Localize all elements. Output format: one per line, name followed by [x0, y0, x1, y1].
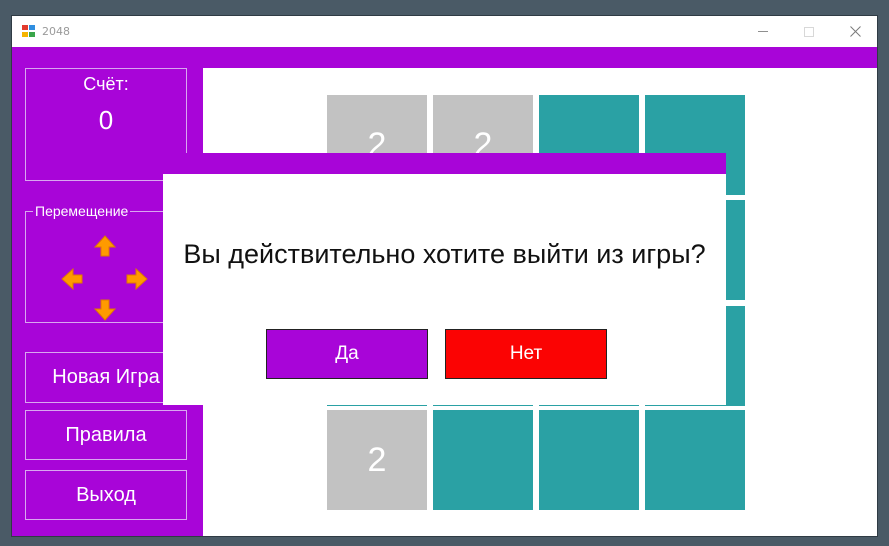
header-bar	[12, 47, 877, 68]
minimize-icon	[758, 31, 768, 32]
movement-legend: Перемещение	[33, 203, 131, 219]
tile-r3-c3	[645, 410, 745, 510]
arrow-up-icon[interactable]	[93, 234, 117, 258]
tile-r3-c2	[539, 410, 639, 510]
exit-confirm-dialog: Вы действительно хотите выйти из игры? Д…	[163, 153, 726, 405]
maximize-button[interactable]	[786, 16, 832, 47]
confirm-no-button[interactable]: Нет	[445, 329, 607, 379]
arrow-left-icon[interactable]	[60, 267, 84, 291]
arrow-down-icon[interactable]	[93, 298, 117, 322]
rules-button[interactable]: Правила	[25, 410, 187, 460]
exit-button[interactable]: Выход	[25, 470, 187, 520]
app-window: 2048 Счёт: 0 Перемещение Новая Игра Прав…	[12, 16, 877, 536]
app-icon	[22, 25, 36, 38]
tile-r3-c0: 2	[327, 410, 427, 510]
minimize-button[interactable]	[740, 16, 786, 47]
title-bar[interactable]: 2048	[12, 16, 877, 47]
score-value: 0	[98, 105, 114, 135]
tile-r3-c1	[433, 410, 533, 510]
arrow-right-icon[interactable]	[125, 267, 149, 291]
close-icon	[849, 26, 861, 37]
maximize-icon	[804, 26, 814, 37]
close-button[interactable]	[832, 16, 878, 47]
dialog-header-bar	[163, 153, 726, 174]
window-title: 2048	[42, 25, 70, 38]
score-label: Счёт:	[83, 74, 129, 94]
confirm-yes-button[interactable]: Да	[266, 329, 428, 379]
dialog-message: Вы действительно хотите выйти из игры?	[183, 239, 706, 269]
